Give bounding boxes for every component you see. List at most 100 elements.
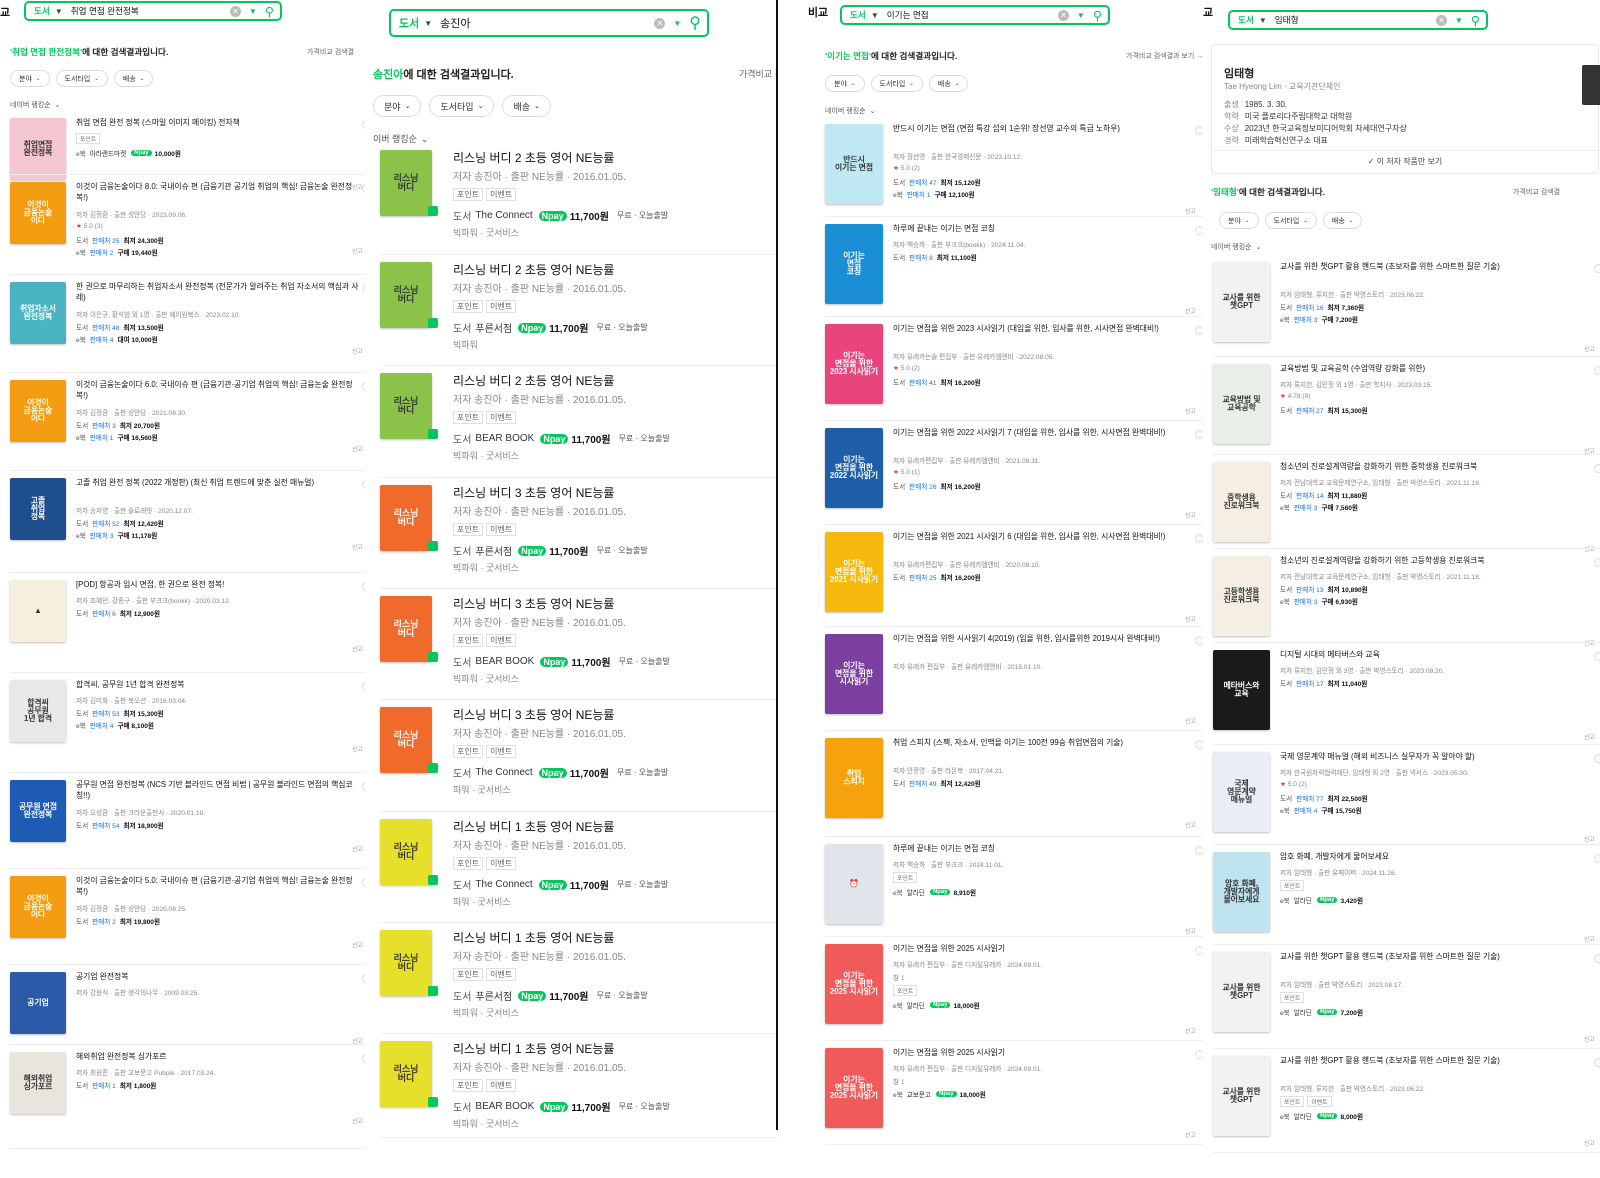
seller-count-link[interactable]: 판매처 53 — [92, 708, 119, 718]
book-cover-image[interactable]: 리스닝 버디 — [380, 930, 432, 996]
search-input[interactable]: 송진아 — [440, 15, 654, 31]
item-title-link[interactable]: 청소년의 진로설계역량을 강화하기 위한 중학생용 진로워크북 — [1280, 462, 1592, 473]
item-title-link[interactable]: 디지털 시대의 메타버스와 교육 — [1280, 650, 1592, 661]
book-cover-image[interactable]: 리스닝 버디 — [380, 819, 432, 885]
item-title-link[interactable]: [POD] 항공과 입시 면접, 한 권으로 완전 정복! — [76, 580, 360, 591]
seller-count-link[interactable]: 판매처 4 — [1294, 805, 1318, 815]
report-link[interactable]: 신고 — [352, 844, 363, 853]
seller-count-link[interactable]: 판매처 48 — [92, 322, 119, 332]
report-link[interactable]: 신고 — [1185, 820, 1196, 829]
category-select[interactable]: 도서 — [1238, 14, 1254, 26]
report-link[interactable]: 신고 — [1185, 926, 1196, 935]
seller-count-link[interactable]: 판매처 49 — [909, 778, 936, 788]
item-title-link[interactable]: 하루에 끝내는 이기는 면접 코칭 — [893, 224, 1193, 235]
seller-count-link[interactable]: 판매처 26 — [909, 481, 936, 491]
seller-count-link[interactable]: 판매처 3 — [1294, 502, 1318, 512]
item-title-link[interactable]: 리스닝 버디 3 초등 영어 NE능률 — [453, 707, 773, 723]
report-link[interactable]: 신고 — [352, 346, 363, 355]
item-title-link[interactable]: 고졸 취업 완전 정복 (2022 개정판) (최신 취업 트렌드에 맞춘 실전… — [76, 478, 360, 489]
filter-chip-0[interactable]: 분야 ⌄ — [1219, 212, 1259, 229]
search-input[interactable]: 임태형 — [1275, 14, 1436, 26]
seller-count-link[interactable]: 판매처 16 — [1296, 302, 1323, 312]
price-compare-link[interactable]: 가격비교 검색결 — [307, 47, 354, 57]
seller-name[interactable]: 알라딘 — [907, 887, 925, 897]
sort-dropdown[interactable]: 네이버 랭킹순 ⌄ — [825, 106, 875, 116]
book-cover-image[interactable]: 이것이 금융논술 이다 — [10, 380, 66, 442]
book-cover-image[interactable]: 고졸 취업 정복 — [10, 478, 66, 540]
seller-name[interactable]: 푸른서점 — [475, 320, 512, 335]
book-cover-image[interactable]: 교사를 위한 챗GPT — [1213, 262, 1270, 342]
item-title-link[interactable]: 암호 화폐, 개발자에게 물어보세요 — [1280, 852, 1592, 863]
report-link[interactable]: 신고 — [1584, 344, 1595, 353]
book-cover-image[interactable]: 취업자소서 완전정복 — [10, 282, 66, 344]
book-cover-image[interactable]: 이것이 금융논술 이다 — [10, 182, 66, 244]
clear-icon[interactable]: ✕ — [1057, 9, 1069, 21]
chevron-down-icon[interactable]: ▼ — [424, 19, 432, 28]
book-cover-image[interactable]: 반드시 이기는 면접 — [825, 124, 883, 204]
item-title-link[interactable]: 취업 면접 완전 정복 (스마일 이미지 메이킹) 전자책 — [76, 118, 360, 129]
book-cover-image[interactable]: 이것이 금융논술 이다 — [10, 876, 66, 938]
seller-name[interactable]: 푸른서점 — [475, 988, 512, 1003]
item-title-link[interactable]: 리스닝 버디 2 초등 영어 NE능률 — [453, 150, 773, 166]
sort-dropdown[interactable]: 네이버 랭킹순 ⌄ — [10, 100, 60, 110]
item-title-link[interactable]: 이기는 면접을 위한 2022 시사읽기 7 (대입을 위한, 입사를 위한, … — [893, 428, 1193, 439]
filter-chip-2[interactable]: 배송 ⌄ — [113, 70, 154, 87]
chevron-down-icon[interactable]: ▼ — [871, 11, 879, 20]
seller-count-link[interactable]: 판매처 52 — [92, 518, 119, 528]
seller-name[interactable]: 알라딘 — [1294, 895, 1312, 905]
filter-chip-2[interactable]: 배송 ⌄ — [502, 95, 551, 117]
report-link[interactable]: 신고 — [1185, 510, 1196, 519]
item-title-link[interactable]: 리스닝 버디 1 초등 영어 NE능률 — [453, 930, 773, 946]
item-title-link[interactable]: 리스닝 버디 3 초등 영어 NE능률 — [453, 596, 773, 612]
autocomplete-toggle-icon[interactable]: ▼ — [1455, 16, 1463, 25]
item-title-link[interactable]: 해외취업 완전정복 싱가포르 — [76, 1052, 360, 1063]
report-link[interactable]: 신고 — [1185, 1026, 1196, 1035]
book-cover-image[interactable]: 교사를 위한 챗GPT — [1213, 1056, 1270, 1136]
seller-name[interactable]: The Connect — [475, 767, 532, 778]
report-link[interactable]: 신고 — [1584, 732, 1595, 741]
report-link[interactable]: 신고 — [1185, 206, 1196, 215]
sort-dropdown[interactable]: 이버 랭킹순 ⌄ — [373, 132, 428, 145]
book-cover-image[interactable]: 리스닝 버디 — [380, 1041, 432, 1107]
item-title-link[interactable]: 교사를 위한 챗GPT 활용 핸드북 (초보자를 위한 스마트한 질문 기술) — [1280, 1056, 1592, 1067]
filter-chip-1[interactable]: 도서타입 ⌄ — [870, 75, 923, 92]
report-link[interactable]: 신고 — [1185, 716, 1196, 725]
report-link[interactable]: 신고 — [352, 940, 363, 949]
category-select[interactable]: 도서 — [850, 9, 866, 21]
search-bar[interactable]: 도서 ▼ 임태형 ✕ ▼ ⚲ — [1228, 10, 1488, 30]
clear-icon[interactable]: ✕ — [1435, 14, 1447, 26]
seller-count-link[interactable]: 판매처 4 — [90, 334, 114, 344]
wishlist-heart-icon[interactable]: ♡ — [1594, 854, 1600, 863]
book-cover-image[interactable]: 리스닝 버디 — [380, 150, 432, 216]
filter-chip-0[interactable]: 분야 ⌄ — [825, 75, 865, 92]
book-cover-image[interactable]: 중학생용 진로워크북 — [1213, 462, 1270, 542]
report-link[interactable]: 신고 — [1584, 934, 1595, 943]
seller-count-link[interactable]: 판매처 77 — [1296, 793, 1323, 803]
search-bar[interactable]: 도서 ▼ 취업 면접 완전정복 ✕ ▼ ⚲ — [24, 1, 282, 21]
report-link[interactable]: 신고 — [1185, 306, 1196, 315]
book-cover-image[interactable]: ▲ — [10, 580, 66, 642]
book-cover-image[interactable]: 공기업 — [10, 972, 66, 1034]
book-cover-image[interactable]: 이기는 면접을 위한 2025 시사읽기 — [825, 1048, 883, 1128]
item-title-link[interactable]: 합격씨, 공무원 1년 합격 완전정복 — [76, 680, 360, 691]
seller-name[interactable]: 알라딘 — [1294, 1111, 1312, 1121]
item-title-link[interactable]: 교사를 위한 챗GPT 활용 핸드북 (초보자를 위한 스마트한 질문 기술) — [1280, 262, 1592, 273]
book-cover-image[interactable]: 합격씨 공무원 1년 합격 — [10, 680, 66, 742]
book-cover-image[interactable]: 이기는 면접을 위한 2025 시사읽기 — [825, 944, 883, 1024]
filter-chip-0[interactable]: 분야 ⌄ — [373, 95, 422, 117]
search-icon[interactable]: ⚲ — [265, 4, 274, 19]
book-cover-image[interactable]: 해외취업 싱가포르 — [10, 1052, 66, 1114]
clear-icon[interactable]: ✕ — [229, 5, 241, 17]
seller-name[interactable]: BEAR BOOK — [475, 433, 534, 444]
filter-chip-1[interactable]: 도서타입 ⌄ — [429, 95, 495, 117]
seller-count-link[interactable]: 판매처 4 — [90, 720, 114, 730]
item-title-link[interactable]: 리스닝 버디 2 초등 영어 NE능률 — [453, 373, 773, 389]
clear-icon[interactable]: ✕ — [654, 17, 666, 29]
seller-name[interactable]: The Connect — [475, 210, 532, 221]
report-link[interactable]: 신고 — [352, 542, 363, 551]
search-input[interactable]: 이기는 면접 — [887, 9, 1058, 21]
category-select[interactable]: 도서 — [399, 15, 419, 31]
report-link[interactable]: 신고 — [1185, 1130, 1196, 1139]
item-title-link[interactable]: 교사를 위한 챗GPT 활용 핸드북 (초보자를 위한 스마트한 질문 기술) — [1280, 952, 1592, 963]
seller-count-link[interactable]: 판매처 3 — [1294, 314, 1318, 324]
